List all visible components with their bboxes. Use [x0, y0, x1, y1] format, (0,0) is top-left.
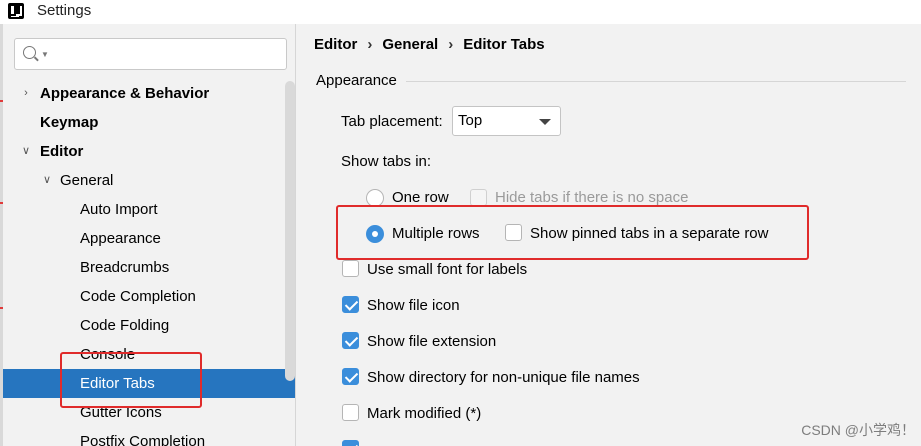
show-file-extension-label[interactable]: Show file extension	[367, 333, 496, 350]
small-font-label[interactable]: Use small font for labels	[367, 261, 527, 278]
sidebar-item-editor[interactable]: ∨ Editor	[3, 137, 295, 166]
show-directory-label[interactable]: Show directory for non-unique file names	[367, 369, 640, 386]
small-font-checkbox[interactable]	[342, 260, 359, 277]
hide-tabs-checkbox[interactable]	[470, 189, 487, 206]
breadcrumb-separator-icon: ›	[448, 36, 454, 53]
sidebar-item-label: Auto Import	[80, 201, 158, 218]
sidebar-item-label: Postfix Completion	[80, 433, 206, 446]
settings-content: Editor › General › Editor Tabs Appearance Ta…	[296, 24, 921, 446]
breadcrumb-separator-icon: ›	[367, 36, 373, 53]
annotation-highlight-box	[60, 352, 202, 408]
hide-tabs-label[interactable]: Hide tabs if there is no space	[495, 189, 688, 206]
mark-modified-checkbox[interactable]	[342, 404, 359, 421]
title-bar: Settings	[0, 0, 921, 24]
show-file-extension-checkbox[interactable]	[342, 332, 359, 349]
watermark: CSDN @小学鸡！	[801, 422, 915, 438]
breadcrumb: Editor › General › Editor Tabs	[314, 36, 545, 53]
sidebar-item-label: Breadcrumbs	[80, 259, 170, 276]
chevron-down-icon[interactable]: ∨	[19, 137, 33, 166]
tab-placement-select[interactable]: Top	[452, 106, 561, 136]
chevron-down-icon	[539, 119, 551, 125]
sidebar-item-keymap[interactable]: Keymap	[3, 108, 295, 137]
sidebar-item-code-folding[interactable]: Code Folding	[3, 311, 295, 340]
group-title-appearance: Appearance	[316, 72, 397, 89]
sidebar-item-general[interactable]: ∨ General	[3, 166, 295, 195]
sidebar-item-label: Appearance & Behavior	[40, 85, 210, 102]
chevron-down-icon[interactable]: ∨	[40, 166, 54, 195]
show-tabs-in-label: Show tabs in:	[341, 153, 432, 170]
group-divider	[406, 81, 906, 82]
tab-placement-value: Top	[458, 112, 483, 129]
tab-placement-label: Tab placement:	[341, 113, 443, 130]
annotation-highlight-box	[336, 205, 809, 260]
show-file-icon-checkbox[interactable]	[342, 296, 359, 313]
sidebar-item-label: Appearance	[80, 230, 161, 247]
sidebar-item-label: Keymap	[40, 114, 99, 131]
settings-sidebar: ▼ › Appearance & Behavior Keymap ∨ Edito…	[3, 24, 295, 446]
sidebar-item-appearance[interactable]: Appearance	[3, 224, 295, 253]
sidebar-item-appearance-behavior[interactable]: › Appearance & Behavior	[3, 79, 295, 108]
sidebar-item-label: Code Completion	[80, 288, 196, 305]
mark-modified-label[interactable]: Mark modified (*)	[367, 405, 481, 422]
window-title: Settings	[37, 2, 92, 19]
sidebar-item-label: General	[60, 172, 114, 189]
one-row-label[interactable]: One row	[392, 189, 449, 206]
breadcrumb-item-general[interactable]: General	[382, 36, 438, 53]
sidebar-item-label: Code Folding	[80, 317, 170, 334]
intellij-icon	[8, 3, 24, 19]
sidebar-item-auto-import[interactable]: Auto Import	[3, 195, 295, 224]
breadcrumb-item-editor-tabs: Editor Tabs	[463, 36, 545, 53]
sidebar-item-code-completion[interactable]: Code Completion	[3, 282, 295, 311]
chevron-right-icon[interactable]: ›	[19, 79, 33, 108]
cut-off-checkbox[interactable]	[342, 440, 359, 446]
sidebar-scrollbar[interactable]	[285, 81, 295, 381]
sidebar-item-postfix-completion[interactable]: Postfix Completion	[3, 427, 295, 446]
show-file-icon-label[interactable]: Show file icon	[367, 297, 460, 314]
breadcrumb-item-editor[interactable]: Editor	[314, 36, 357, 53]
sidebar-item-breadcrumbs[interactable]: Breadcrumbs	[3, 253, 295, 282]
show-directory-checkbox[interactable]	[342, 368, 359, 385]
sidebar-item-label: Editor	[40, 143, 84, 160]
